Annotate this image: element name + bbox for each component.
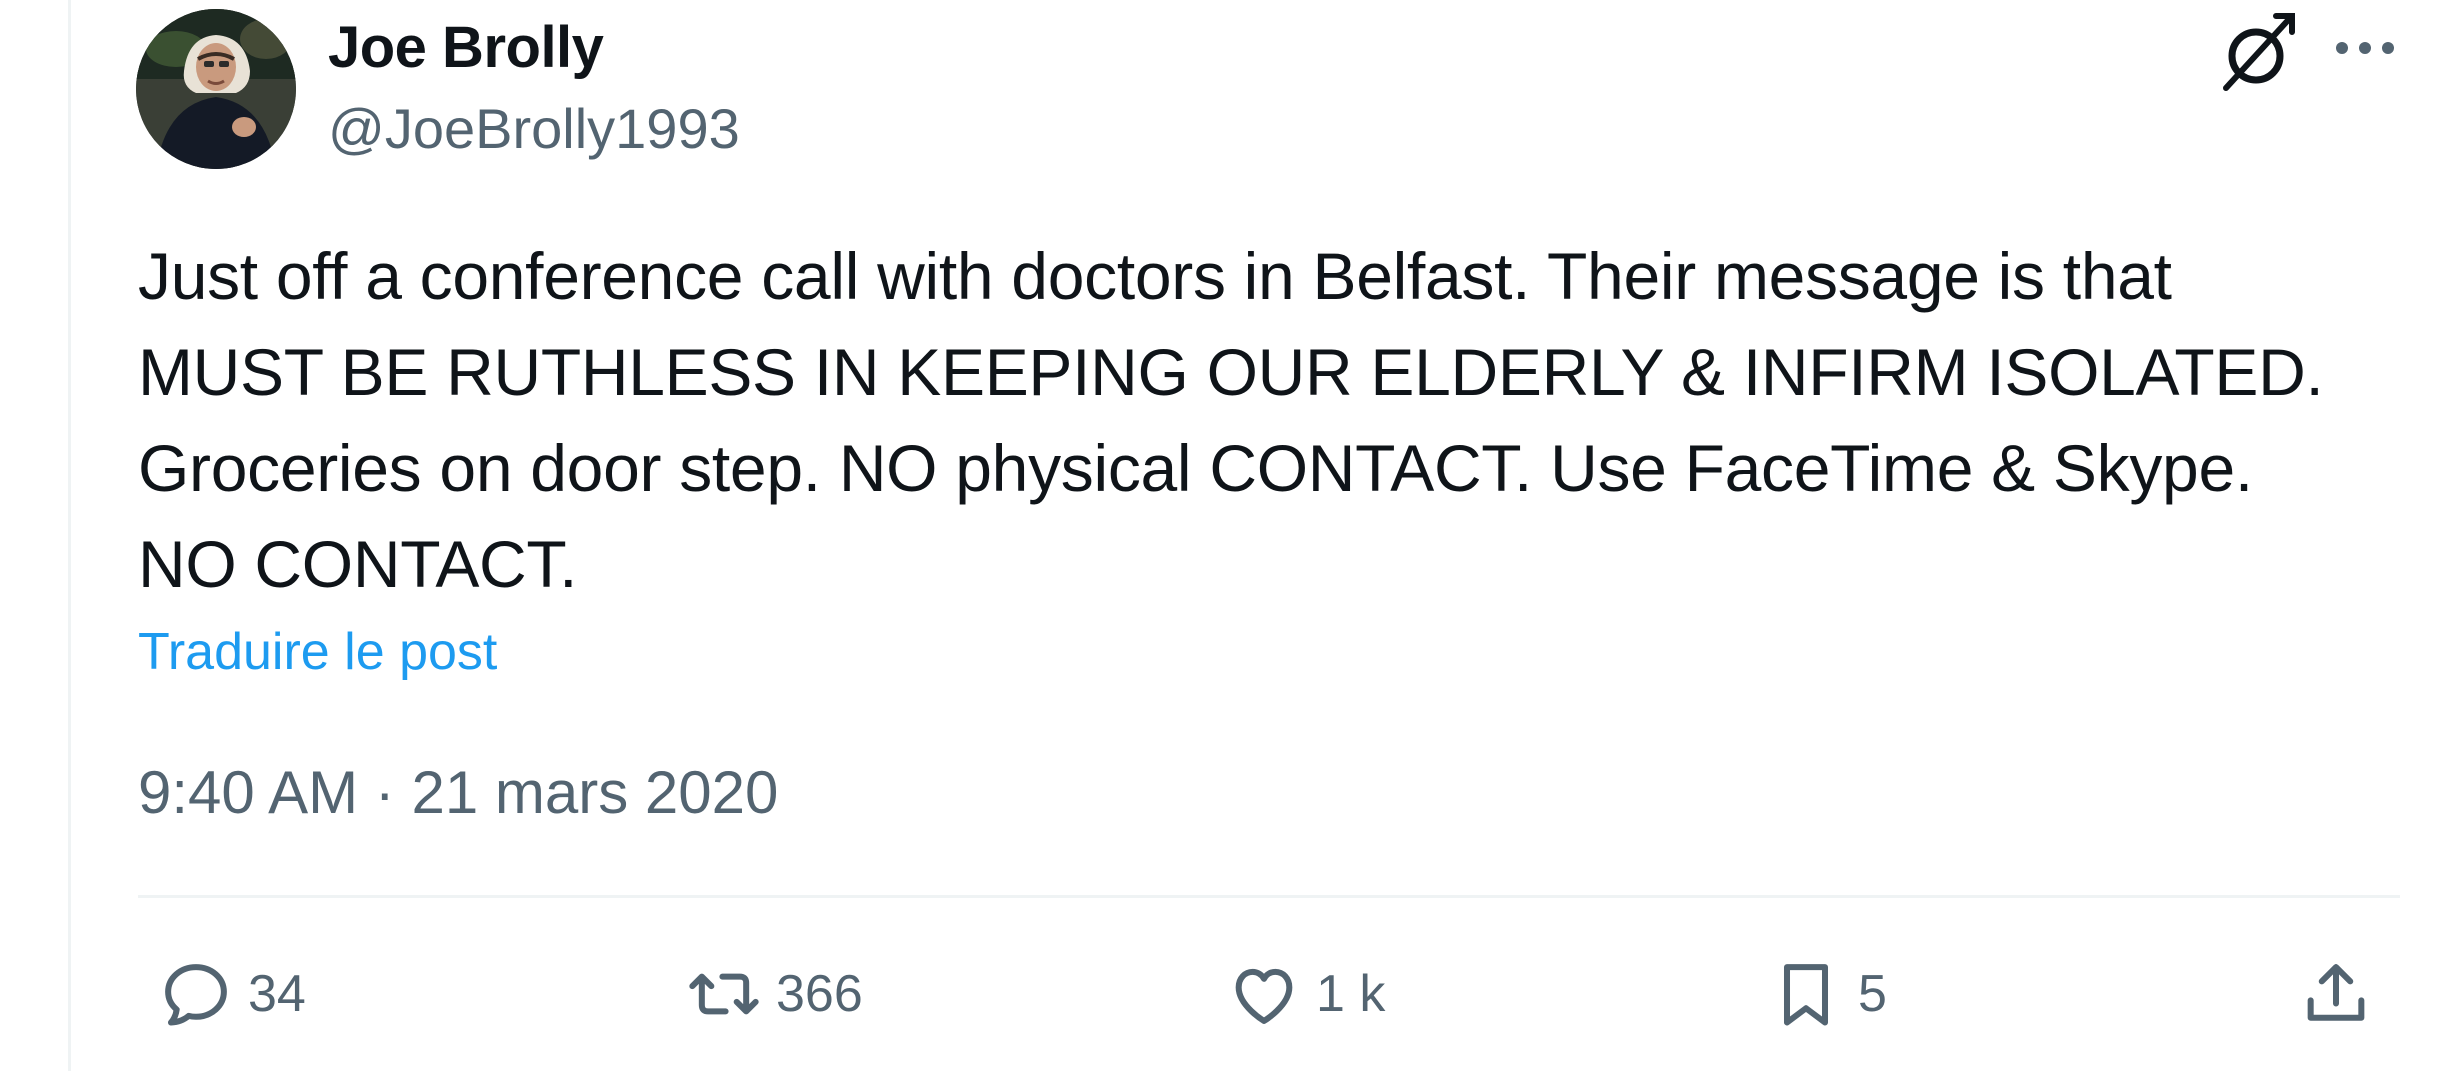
bookmark-button[interactable]: 5 (1768, 952, 1887, 1036)
share-button[interactable] (2298, 952, 2374, 1036)
avatar[interactable] (136, 9, 296, 169)
tweet-text-line: NO CONTACT. (138, 527, 578, 601)
tweet-text-line: MUST BE RUTHLESS IN KEEPING OUR ELDERLY … (138, 335, 2324, 409)
avatar-photo (136, 9, 296, 169)
tweet: Joe Brolly @JoeBrolly1993 Just off a con… (0, 0, 2449, 1071)
bookmark-icon (1783, 964, 1829, 1026)
bookmark-count: 5 (1858, 965, 1887, 1023)
tweet-text-line: Just off a conference call with doctors … (138, 239, 2172, 313)
retweet-button[interactable]: 366 (686, 952, 863, 1036)
divider (138, 895, 2400, 898)
like-button[interactable]: 1 k (1226, 952, 1385, 1036)
translate-post-link[interactable]: Traduire le post (138, 622, 497, 682)
heart-icon (1235, 968, 1293, 1024)
retweet-count: 366 (776, 965, 863, 1023)
reply-count: 34 (248, 965, 306, 1023)
grok-icon[interactable] (2218, 10, 2298, 94)
author-handle[interactable]: @JoeBrolly1993 (328, 96, 740, 161)
more-options-icon[interactable] (2332, 36, 2398, 60)
tweet-text-line: Groceries on door step. NO physical CONT… (138, 431, 2253, 505)
retweet-icon (689, 973, 759, 1015)
like-count: 1 k (1316, 965, 1386, 1023)
share-icon (2307, 964, 2365, 1021)
author-display-name[interactable]: Joe Brolly (328, 14, 604, 81)
tweet-timestamp[interactable]: 9:40 AM · 21 mars 2020 (138, 758, 778, 827)
tweet-text: Just off a conference call with doctors … (138, 228, 2398, 612)
reply-icon (165, 964, 227, 1026)
reply-button[interactable]: 34 (158, 952, 306, 1036)
